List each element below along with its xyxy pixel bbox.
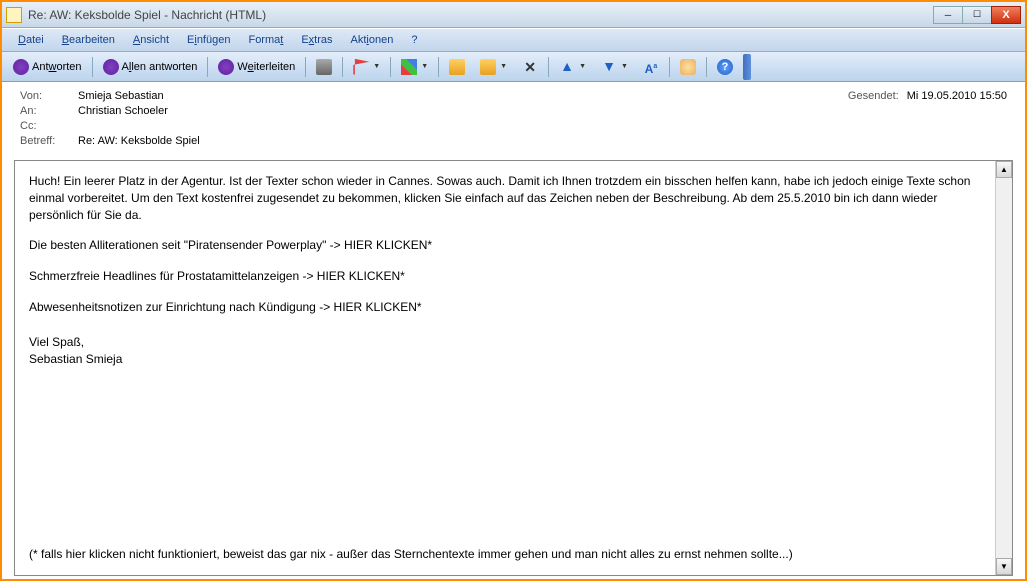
forward-label: Weiterleiten [237, 61, 295, 73]
move-button[interactable] [442, 55, 472, 79]
categorize-icon [401, 59, 417, 75]
scroll-track[interactable] [996, 178, 1012, 558]
flag-button[interactable]: ▼ [346, 55, 387, 79]
menu-format[interactable]: Format [240, 31, 291, 49]
scrollbar[interactable]: ▲ ▼ [995, 161, 1012, 575]
close-button[interactable]: X [991, 6, 1021, 24]
cc-value [78, 120, 1007, 132]
body-paragraph: Die besten Alliterationen seit "Piratens… [29, 237, 981, 254]
sent-label: Gesendet: [848, 90, 899, 102]
chevron-down-icon: ▼ [579, 63, 586, 70]
separator [390, 57, 391, 77]
body-paragraph: Huch! Ein leerer Platz in der Agentur. I… [29, 173, 981, 223]
separator [548, 57, 549, 77]
next-button[interactable]: ▼ ▼ [594, 55, 635, 79]
replyall-icon [103, 59, 119, 75]
menu-datei[interactable]: Datei [10, 31, 52, 49]
toolbar: Antworten Allen antworten Weiterleiten ▼… [2, 52, 1025, 82]
replyall-label: Allen antworten [122, 61, 198, 73]
hand-button[interactable] [673, 55, 703, 79]
title-bar: Re: AW: Keksbolde Spiel - Nachricht (HTM… [2, 2, 1025, 28]
print-button[interactable] [309, 55, 339, 79]
body-paragraph: Abwesenheitsnotizen zur Einrichtung nach… [29, 299, 981, 316]
chevron-down-icon: ▼ [421, 63, 428, 70]
chevron-down-icon: ▼ [500, 63, 507, 70]
to-value: Christian Schoeler [78, 105, 1007, 117]
delete-button[interactable]: ✕ [515, 55, 545, 79]
help-icon: ? [717, 59, 733, 75]
menu-bearbeiten[interactable]: Bearbeiten [54, 31, 123, 49]
maximize-button[interactable]: ☐ [962, 6, 992, 24]
forward-icon [218, 59, 234, 75]
reply-button[interactable]: Antworten [6, 55, 89, 79]
scroll-up-button[interactable]: ▲ [996, 161, 1012, 178]
minimize-button[interactable]: ─ [933, 6, 963, 24]
window-title: Re: AW: Keksbolde Spiel - Nachricht (HTM… [28, 8, 934, 22]
subject-value: Re: AW: Keksbolde Spiel [78, 135, 1007, 147]
chevron-down-icon: ▼ [621, 63, 628, 70]
scroll-down-button[interactable]: ▼ [996, 558, 1012, 575]
separator [305, 57, 306, 77]
menu-help[interactable]: ? [403, 31, 425, 49]
flag-icon [353, 59, 369, 75]
print-icon [316, 59, 332, 75]
separator [92, 57, 93, 77]
body-signature: Sebastian Smieja [29, 351, 981, 368]
message-icon [6, 7, 22, 23]
menu-einfuegen[interactable]: Einfügen [179, 31, 238, 49]
forward-button[interactable]: Weiterleiten [211, 55, 302, 79]
from-label: Von: [20, 90, 78, 102]
rules-button[interactable]: ▼ [473, 55, 514, 79]
font-icon: Aa [643, 59, 659, 75]
window-controls: ─ ☐ X [934, 6, 1021, 24]
subject-label: Betreff: [20, 135, 78, 147]
arrow-up-icon: ▲ [559, 59, 575, 75]
arrow-down-icon: ▼ [601, 59, 617, 75]
menu-ansicht[interactable]: Ansicht [125, 31, 177, 49]
folder-icon [449, 59, 465, 75]
separator [438, 57, 439, 77]
message-container: Huch! Ein leerer Platz in der Agentur. I… [14, 160, 1013, 576]
menu-bar: Datei Bearbeiten Ansicht Einfügen Format… [2, 28, 1025, 52]
chevron-down-icon: ▼ [373, 63, 380, 70]
menu-aktionen[interactable]: Aktionen [343, 31, 402, 49]
separator [706, 57, 707, 77]
delete-icon: ✕ [522, 59, 538, 75]
replyall-button[interactable]: Allen antworten [96, 55, 205, 79]
separator [669, 57, 670, 77]
help-button[interactable]: ? [710, 55, 740, 79]
rules-icon [480, 59, 496, 75]
body-footer: (* falls hier klicken nicht funktioniert… [29, 546, 981, 563]
body-paragraph: Schmerzfreie Headlines für Prostatamitte… [29, 268, 981, 285]
message-header: Von: Smieja Sebastian Gesendet: Mi 19.05… [2, 82, 1025, 156]
toolbar-handle[interactable] [743, 54, 751, 80]
message-body[interactable]: Huch! Ein leerer Platz in der Agentur. I… [15, 161, 995, 575]
categorize-button[interactable]: ▼ [394, 55, 435, 79]
sent-value: Mi 19.05.2010 15:50 [907, 90, 1007, 102]
body-signoff: Viel Spaß, [29, 334, 981, 351]
separator [342, 57, 343, 77]
menu-extras[interactable]: Extras [293, 31, 340, 49]
cc-label: Cc: [20, 120, 78, 132]
from-value: Smieja Sebastian [78, 90, 848, 102]
prev-button[interactable]: ▲ ▼ [552, 55, 593, 79]
reply-icon [13, 59, 29, 75]
to-label: An: [20, 105, 78, 117]
separator [207, 57, 208, 77]
font-button[interactable]: Aa [636, 55, 666, 79]
hand-icon [680, 59, 696, 75]
reply-label: Antworten [32, 61, 82, 73]
